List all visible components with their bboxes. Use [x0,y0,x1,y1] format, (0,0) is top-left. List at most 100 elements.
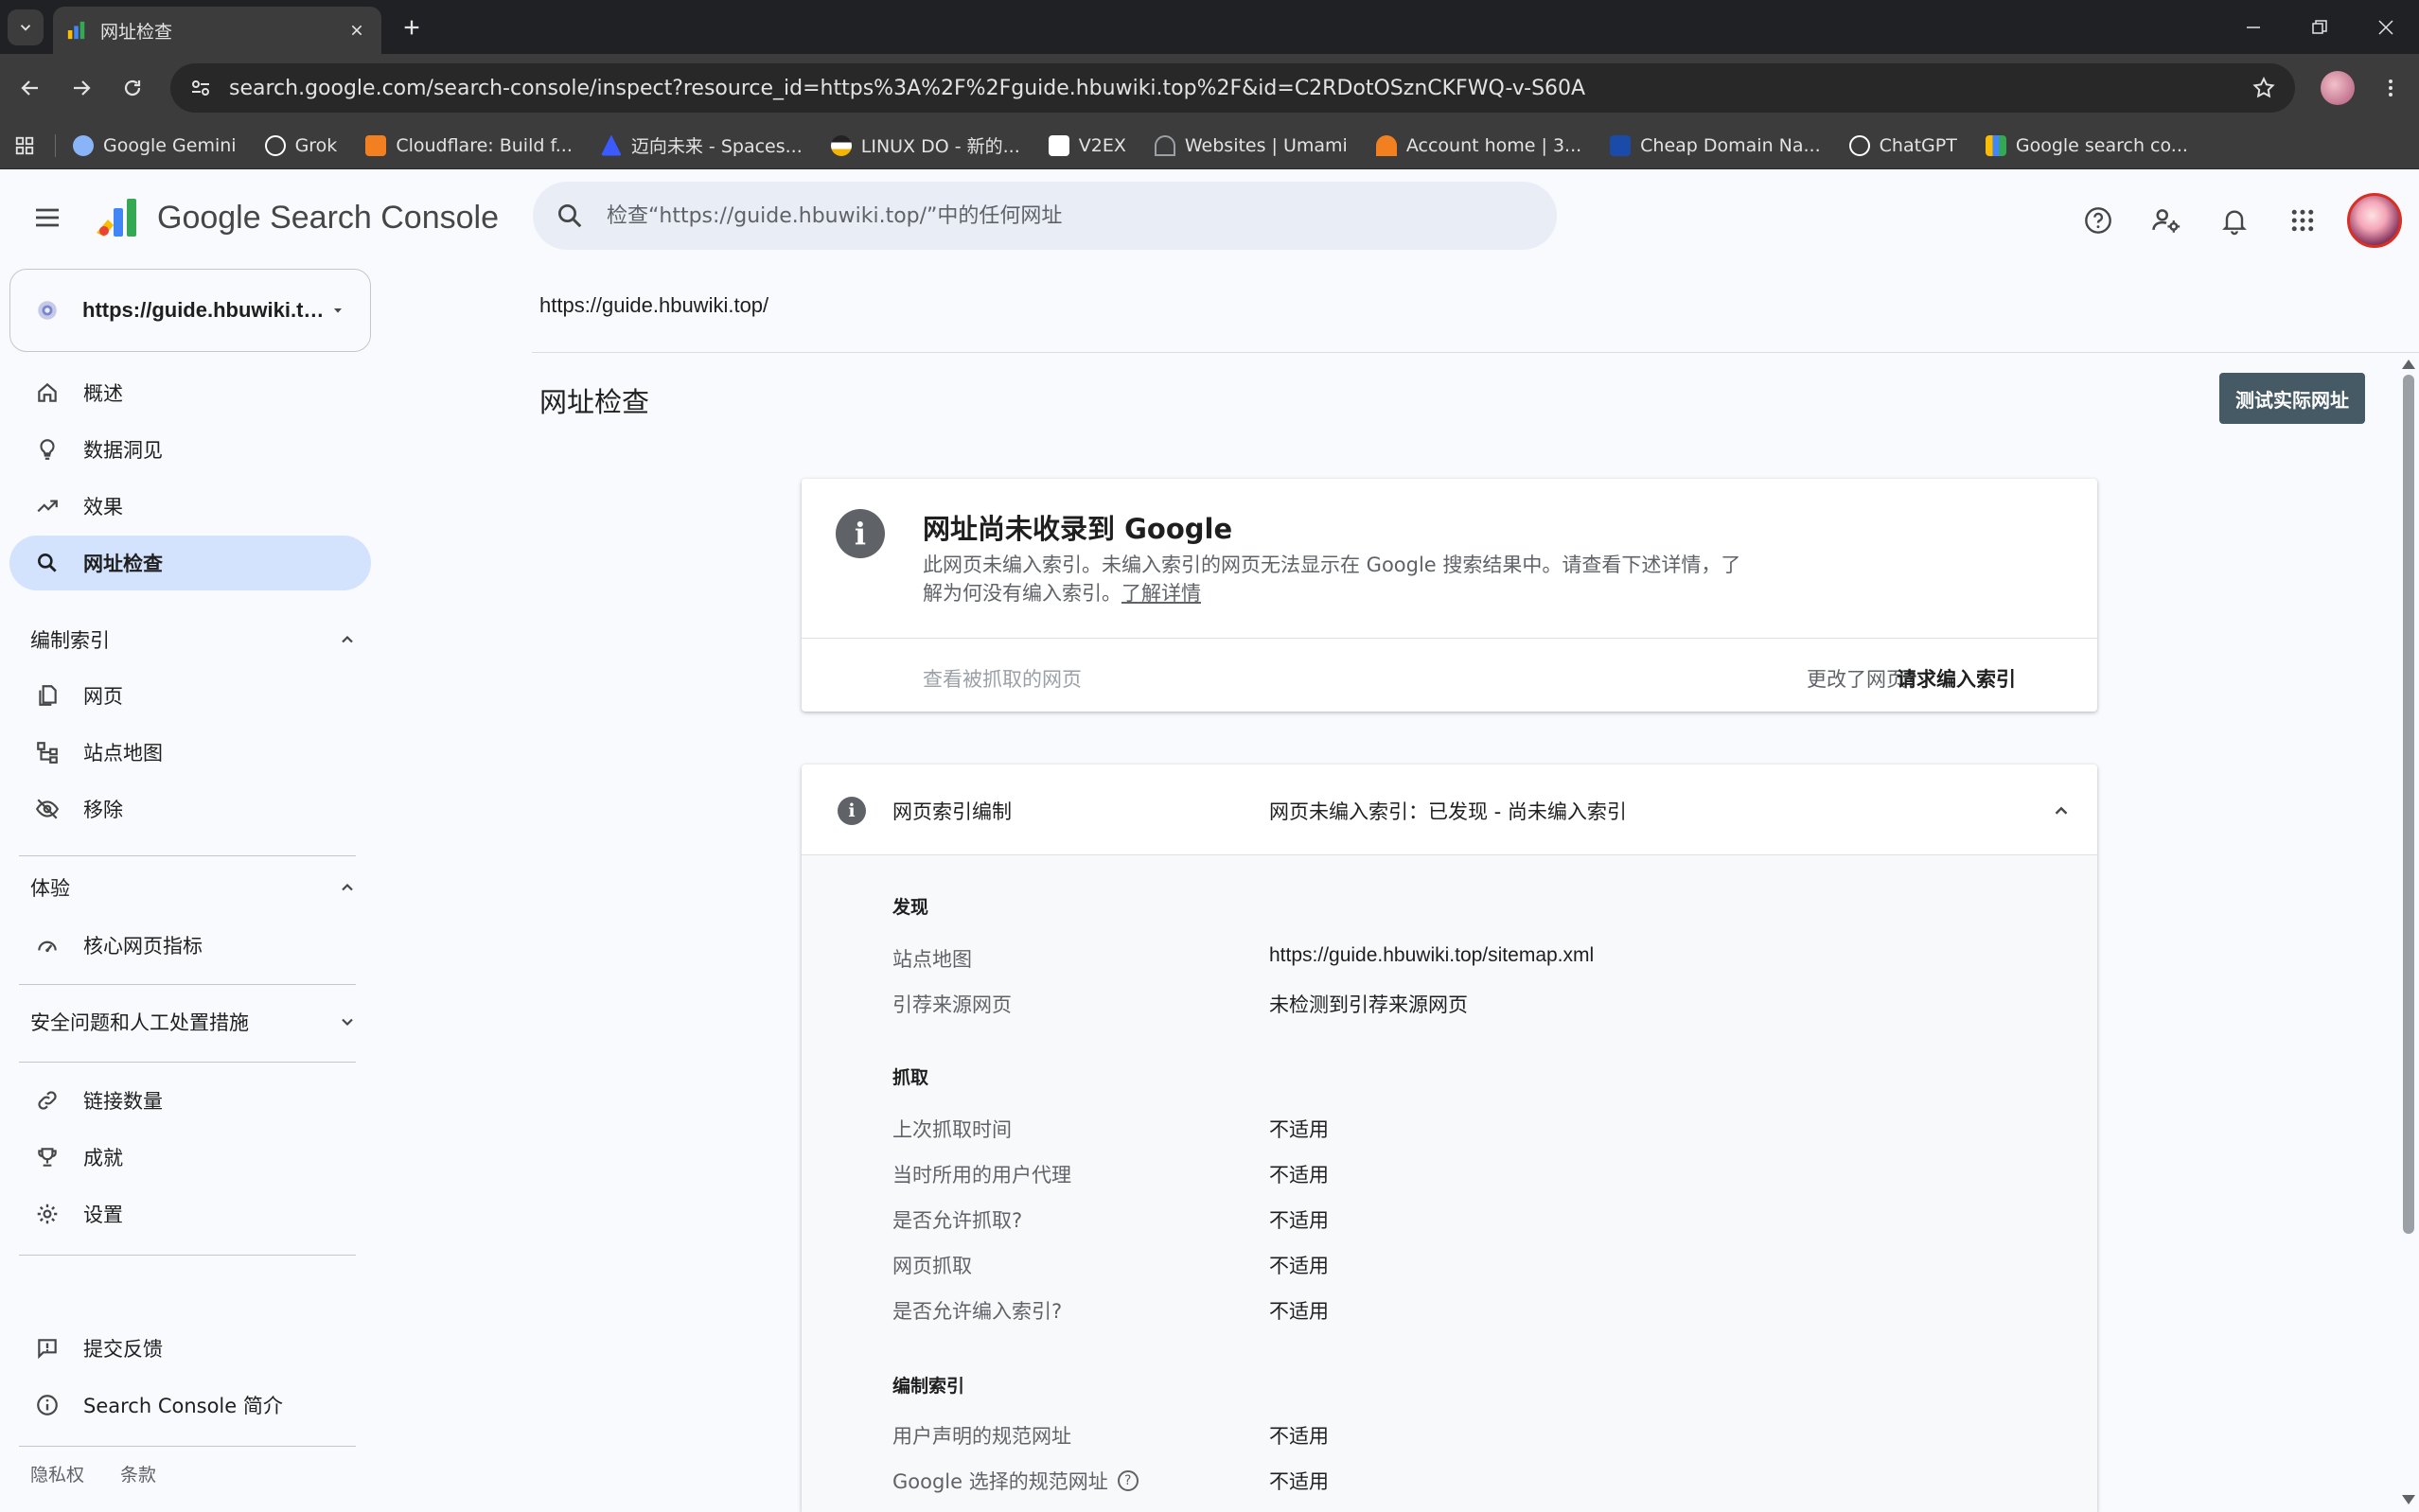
bookmark-label: V2EX [1078,134,1126,156]
chevron-up-icon[interactable] [2047,797,2075,825]
sidebar-item-url-inspection[interactable]: 网址检查 [9,536,371,590]
sidebar-item-settings[interactable]: 设置 [9,1187,371,1241]
inspect-search-bar[interactable] [533,182,1557,250]
address-url[interactable]: search.google.com/search-console/inspect… [229,77,2251,100]
sidebar-divider [19,1062,356,1063]
bookmark-item[interactable]: ChatGPT [1848,134,1957,156]
crawl-allowed-label: 是否允许抓取? [892,1209,1023,1232]
site-info-icon[interactable] [189,77,212,99]
bookmarks-bar: Google Gemini Grok Cloudflare: Build f..… [0,122,2419,169]
bookmark-star-icon[interactable] [2251,76,2276,100]
back-button[interactable] [13,71,47,105]
sidebar-item-label: 效果 [83,496,123,519]
spaces-icon [600,134,622,156]
minimize-button[interactable] [2220,0,2287,54]
close-window-button[interactable] [2353,0,2419,54]
bookmark-label: Account home | 3... [1405,134,1582,156]
bookmarks-separator [55,133,56,157]
test-live-url-button[interactable]: 测试实际网址 [2219,373,2365,424]
sidebar-item-insights[interactable]: 数据洞见 [9,422,371,477]
section-security[interactable]: 安全问题和人工处置措施 [30,1003,357,1041]
manage-accounts-icon [2152,209,2181,233]
browser-profile-avatar[interactable] [2321,71,2355,105]
sidebar: https://guide.hbuwiki.top/ 概述 数据洞见 效果 网址… [0,265,371,1512]
bookmark-item[interactable]: V2EX [1048,134,1126,156]
sidebar-item-label: 提交反馈 [83,1338,163,1361]
sidebar-item-performance[interactable]: 效果 [9,479,371,534]
sidebar-item-removals[interactable]: 移除 [9,782,371,836]
sitemap-value[interactable]: https://guide.hbuwiki.top/sitemap.xml [1269,944,1594,967]
sidebar-item-sitemaps[interactable]: 站点地图 [9,725,371,780]
sidebar-footer: 隐私权 条款 [30,1461,192,1486]
account-avatar[interactable] [2347,193,2402,248]
window-controls [2220,0,2419,54]
section-experience[interactable]: 体验 [30,869,357,906]
bookmark-item[interactable]: 迈向未来 - Spaces... [600,132,803,158]
indexing-allowed-value: 不适用 [1269,1301,1329,1323]
close-tab-icon[interactable] [345,19,368,42]
browser-menu-button[interactable] [2374,71,2408,105]
removals-icon [34,796,61,822]
scroll-up-arrow[interactable] [2402,360,2415,369]
trending-up-icon [34,493,61,519]
forward-button[interactable] [64,71,98,105]
inspect-url-input[interactable] [607,203,1534,228]
sidebar-item-pages[interactable]: 网页 [9,668,371,723]
bookmark-item[interactable]: Google search co... [1985,134,2188,156]
bookmark-item[interactable]: Account home | 3... [1375,134,1582,156]
bookmark-item[interactable]: Cloudflare: Build f... [365,134,573,156]
request-indexing-button[interactable]: 请求编入索引 [1897,664,2016,693]
sidebar-item-links[interactable]: 链接数量 [9,1073,371,1128]
bell-icon [2222,210,2247,236]
bookmark-item[interactable]: Grok [264,134,337,156]
property-selector[interactable]: https://guide.hbuwiki.top/ [9,269,371,352]
gemini-icon [73,134,94,156]
user-settings-button[interactable] [2143,197,2190,244]
bookmark-item[interactable]: Websites | Umami [1154,134,1348,156]
browser-tab-active[interactable]: 网址检查 [53,7,381,54]
main-menu-button[interactable] [28,199,66,237]
card-divider [802,638,2097,639]
arrow-right-icon [74,80,91,96]
terms-link[interactable]: 条款 [120,1461,156,1486]
sidebar-item-overview[interactable]: 概述 [9,365,371,420]
reload-button[interactable] [115,71,150,105]
google-apps-button[interactable] [2279,197,2326,244]
search-console-logo[interactable]: Google Search Console [93,195,499,240]
sidebar-item-feedback[interactable]: 提交反馈 [9,1321,371,1376]
bookmark-item[interactable]: LINUX DO - 新的... [830,132,1020,158]
bookmark-label: Google Gemini [103,134,237,156]
feedback-icon [34,1335,61,1362]
status-title: 网址尚未收录到 Google [923,513,1233,545]
referring-page-value: 未检测到引荐来源网页 [1269,994,1468,1016]
plus-icon [404,20,419,35]
header-actions [2075,193,2402,248]
last-crawl-label: 上次抓取时间 [892,1118,1012,1141]
status-desc-text: 此网页未编入索引。未编入索引的网页无法显示在 Google 搜索结果中。请查看下… [923,554,1741,605]
bookmark-item[interactable]: Google Gemini [73,134,237,156]
bookmark-item[interactable]: Cheap Domain Na... [1610,134,1821,156]
help-button[interactable] [2075,197,2122,244]
info-icon: i [838,797,866,825]
new-tab-button[interactable] [396,11,428,44]
page-indexing-header[interactable]: i 网页索引编制 网页未编入索引：已发现 - 尚未编入索引 [802,765,2097,855]
section-indexing[interactable]: 编制索引 [30,621,357,659]
apps-grid-icon[interactable] [11,132,38,159]
address-bar[interactable]: search.google.com/search-console/inspect… [170,63,2295,113]
link-icon [34,1087,61,1114]
scroll-down-arrow[interactable] [2402,1495,2415,1504]
arrow-left-icon [21,80,38,96]
scrollbar-thumb[interactable] [2403,375,2414,1234]
notifications-button[interactable] [2211,197,2258,244]
sidebar-item-core-web-vitals[interactable]: 核心网页指标 [9,918,371,973]
privacy-link[interactable]: 隐私权 [30,1461,84,1486]
tab-search-button[interactable] [8,9,44,45]
learn-more-link[interactable]: 了解详情 [1121,582,1201,605]
sidebar-item-achievements[interactable]: 成就 [9,1130,371,1185]
help-icon[interactable]: ? [1117,1470,1139,1491]
view-crawled-page-link[interactable]: 查看被抓取的网页 [923,664,1082,693]
property-url: https://guide.hbuwiki.top/ [82,298,330,322]
restore-button[interactable] [2287,0,2353,54]
menu-icon [36,208,59,227]
sidebar-item-about[interactable]: Search Console 简介 [9,1378,371,1433]
